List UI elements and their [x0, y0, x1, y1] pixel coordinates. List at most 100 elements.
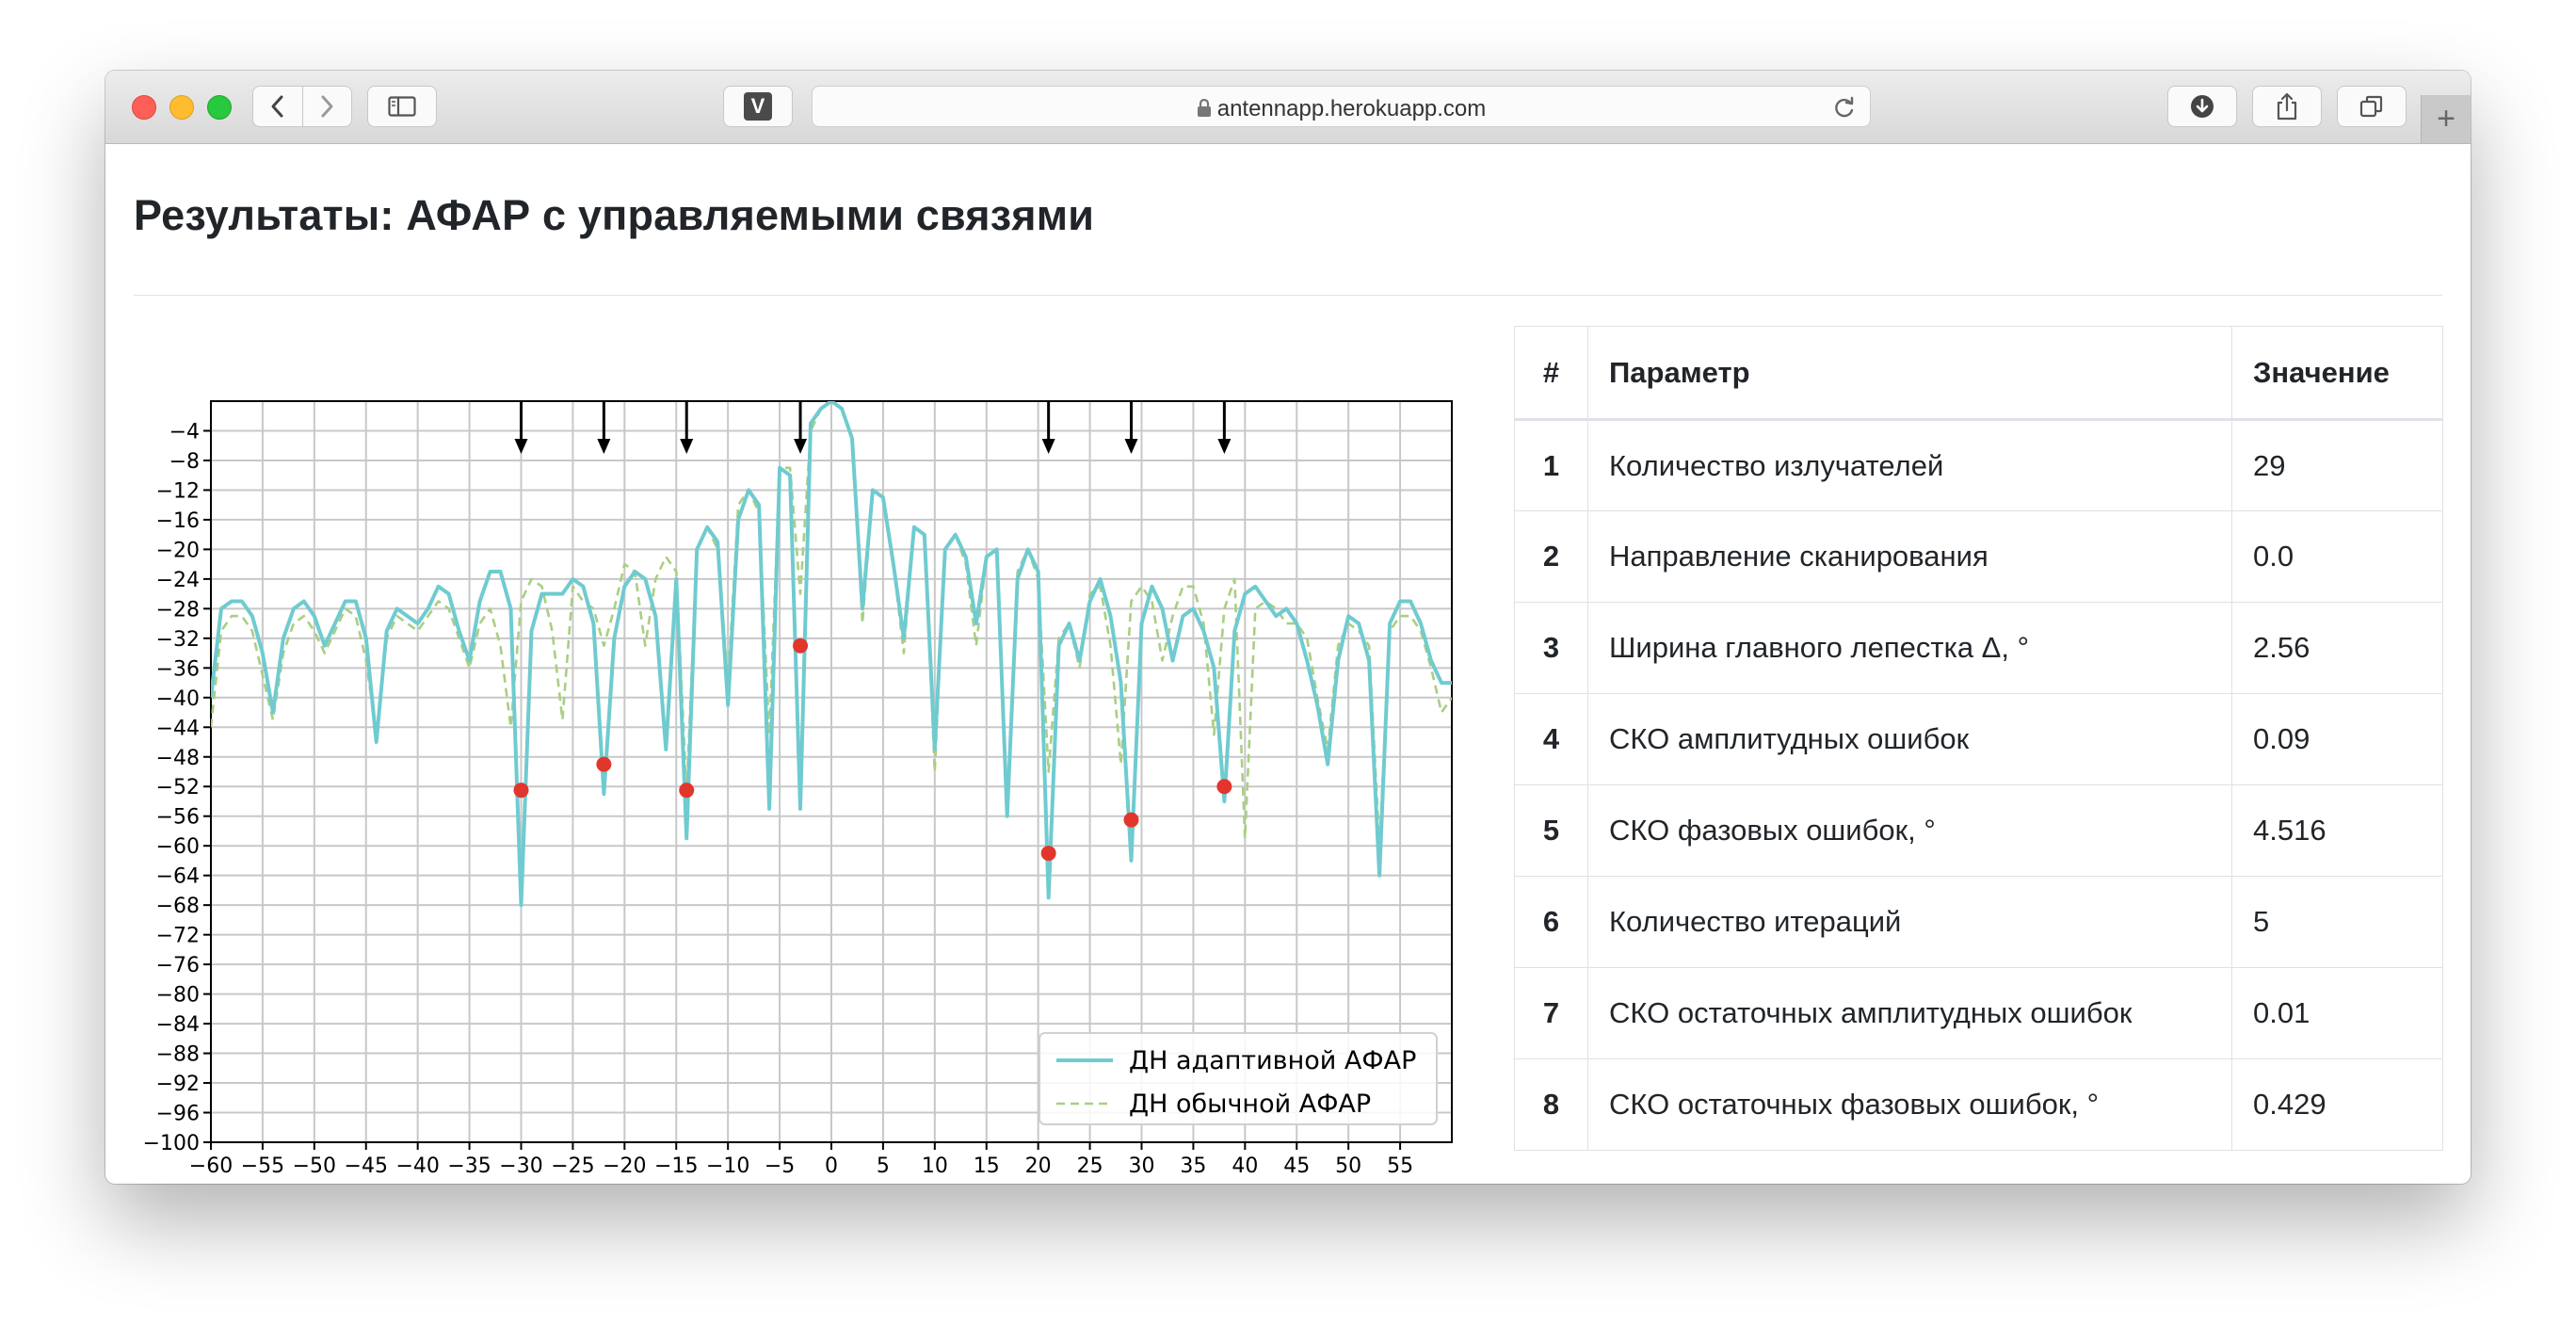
reload-icon[interactable]: [1832, 95, 1857, 120]
browser-window: V antennapp.herokuapp.com + Результаты: …: [105, 71, 2471, 1184]
y-tick-label: −28: [156, 598, 200, 622]
jammer-marker: [1123, 812, 1139, 828]
y-tick-label: −68: [156, 895, 200, 918]
row-value: 4.516: [2231, 784, 2443, 877]
chevron-right-icon: [321, 95, 333, 118]
jammer-marker: [513, 783, 529, 799]
plus-icon: +: [2437, 101, 2455, 137]
y-tick-label: −24: [156, 569, 200, 592]
column-header-number: #: [1514, 326, 1588, 421]
x-tick-label: −40: [395, 1154, 439, 1178]
row-parameter: СКО фазовых ошибок, °: [1587, 784, 2232, 877]
chevron-left-icon: [271, 95, 283, 118]
x-tick-label: 5: [877, 1154, 890, 1178]
back-button[interactable]: [253, 87, 302, 126]
address-bar[interactable]: antennapp.herokuapp.com: [812, 86, 1871, 127]
row-number: 6: [1514, 876, 1588, 968]
zoom-window-button[interactable]: [207, 95, 232, 120]
minimize-window-button[interactable]: [169, 95, 194, 120]
direction-arrow-head: [1124, 439, 1138, 454]
row-value: 0.01: [2231, 967, 2443, 1059]
table-header-row: # Параметр Значение: [1514, 326, 2443, 421]
y-tick-label: −96: [156, 1103, 200, 1126]
direction-arrow-head: [1217, 439, 1232, 454]
x-tick-label: −45: [345, 1154, 388, 1178]
forward-button[interactable]: [302, 87, 351, 126]
legend-label: ДН обычной АФАР: [1129, 1090, 1371, 1119]
results-table: # Параметр Значение 1 Количество излучате…: [1514, 326, 2443, 1151]
share-icon: [2277, 92, 2297, 121]
radiation-pattern-chart: −60 −55 −50 −45 −40 −35 −30 −25 −20 −15 −10 −5 0 5 10 1…: [143, 400, 1453, 1178]
row-number: 8: [1514, 1058, 1588, 1151]
table-row: 7 СКО остаточных амплитудных ошибок 0.01: [1514, 967, 2443, 1059]
sidebar-icon: [388, 96, 416, 117]
table-row: 2 Направление сканирования 0.0: [1514, 510, 2443, 603]
x-tick-label: 55: [1387, 1154, 1413, 1178]
y-tick-label: −100: [143, 1132, 200, 1155]
row-number: 4: [1514, 693, 1588, 785]
jammer-marker: [679, 783, 695, 799]
extension-button[interactable]: V: [723, 86, 793, 127]
row-number: 2: [1514, 510, 1588, 603]
y-tick-label: −56: [156, 806, 200, 830]
row-parameter: Количество излучателей: [1587, 419, 2232, 511]
x-tick-label: 10: [922, 1154, 948, 1178]
x-tick-label: 20: [1025, 1154, 1052, 1178]
y-tick-label: −16: [156, 509, 200, 533]
row-value: 0.429: [2231, 1058, 2443, 1151]
x-tick-label: 0: [825, 1154, 838, 1178]
share-button[interactable]: [2252, 86, 2322, 127]
history-navigation: [252, 86, 352, 127]
tabs-icon: [2359, 95, 2383, 118]
column-header-value: Значение: [2231, 326, 2443, 421]
x-tick-label: −15: [654, 1154, 698, 1178]
y-tick-label: −60: [156, 835, 200, 859]
x-tick-label: −5: [765, 1154, 795, 1178]
y-tick-label: −48: [156, 747, 200, 770]
row-parameter: Направление сканирования: [1587, 510, 2232, 603]
row-number: 3: [1514, 602, 1588, 694]
direction-arrow-head: [794, 439, 808, 454]
y-tick-label: −80: [156, 984, 200, 1008]
row-parameter: Ширина главного лепестка Δ, °: [1587, 602, 2232, 694]
tabs-overview-button[interactable]: [2337, 86, 2407, 127]
x-tick-label: −55: [241, 1154, 284, 1178]
x-tick-label: 30: [1129, 1154, 1155, 1178]
x-tick-label: 50: [1335, 1154, 1361, 1178]
y-tick-label: −64: [156, 865, 200, 889]
y-tick-label: −92: [156, 1073, 200, 1096]
direction-arrow-head: [1041, 439, 1055, 454]
sidebar-button[interactable]: [367, 86, 437, 127]
y-tick-label: −88: [156, 1043, 200, 1067]
y-tick-label: −12: [156, 479, 200, 503]
x-tick-label: −30: [499, 1154, 542, 1178]
table-row: 3 Ширина главного лепестка Δ, ° 2.56: [1514, 602, 2443, 694]
y-tick-label: −8: [169, 450, 200, 474]
x-tick-label: 15: [974, 1154, 1000, 1178]
download-icon: [2191, 95, 2214, 118]
row-value: 0.0: [2231, 510, 2443, 603]
row-parameter: СКО остаточных амплитудных ошибок: [1587, 967, 2232, 1059]
column-header-parameter: Параметр: [1587, 326, 2232, 421]
row-number: 7: [1514, 967, 1588, 1059]
y-tick-label: −40: [156, 687, 200, 711]
legend-label: ДН адаптивной АФАР: [1129, 1046, 1416, 1075]
downloads-button[interactable]: [2167, 86, 2237, 127]
close-window-button[interactable]: [132, 95, 156, 120]
direction-arrow-head: [680, 439, 694, 454]
x-tick-label: 45: [1283, 1154, 1310, 1178]
page-content: Результаты: АФАР с управляемыми связями …: [105, 144, 2471, 1184]
y-tick-label: −72: [156, 925, 200, 948]
extension-v-icon: V: [744, 92, 772, 121]
table-row: 8 СКО остаточных фазовых ошибок, ° 0.429: [1514, 1058, 2443, 1151]
x-tick-label: 35: [1180, 1154, 1206, 1178]
x-tick-label: −60: [189, 1154, 233, 1178]
row-value: 2.56: [2231, 602, 2443, 694]
row-parameter: СКО остаточных фазовых ошибок, °: [1587, 1058, 2232, 1151]
y-tick-label: −32: [156, 628, 200, 652]
jammer-marker: [596, 756, 612, 772]
results-table-wrapper: # Параметр Значение 1 Количество излучате…: [1514, 326, 2443, 1151]
y-tick-label: −52: [156, 776, 200, 799]
y-tick-label: −36: [156, 657, 200, 681]
new-tab-button[interactable]: +: [2421, 95, 2471, 143]
